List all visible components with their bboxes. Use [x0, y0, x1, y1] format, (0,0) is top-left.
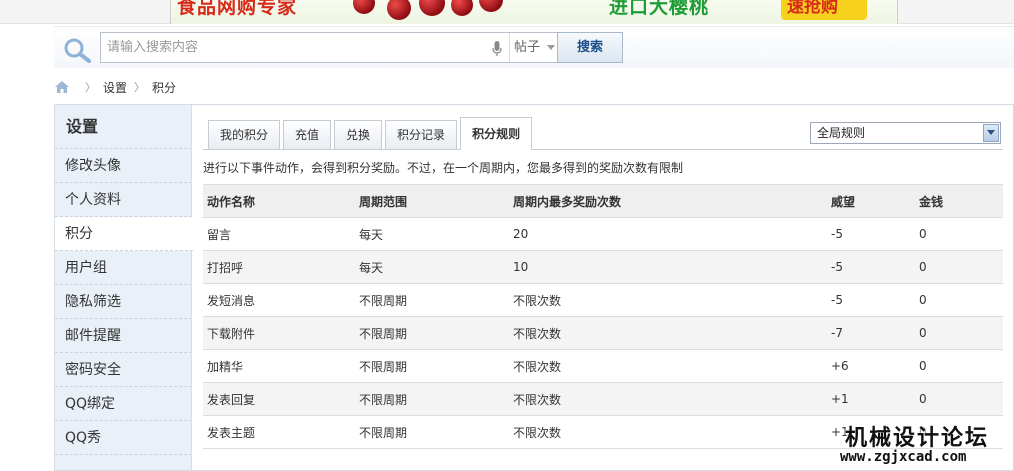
column-header-prestige: 威望 — [827, 184, 915, 218]
cell-prestige: +6 — [827, 349, 915, 383]
cell-prestige: -5 — [827, 217, 915, 251]
cell-prestige: -5 — [827, 283, 915, 317]
column-header-max-rewards: 周期内最多奖励次数 — [509, 184, 827, 218]
sidebar-item-qq-show[interactable]: QQ秀 — [55, 421, 192, 455]
cell-action: 下载附件 — [203, 316, 355, 350]
cell-money: 0 — [915, 349, 1003, 383]
cell-period: 不限周期 — [355, 382, 509, 416]
cell-action: 加精华 — [203, 349, 355, 383]
search-type-label: 帖子 — [514, 40, 541, 55]
cell-period: 每天 — [355, 250, 509, 284]
cell-max-rewards: 不限次数 — [509, 283, 827, 317]
banner-ad-left-text: 食品网购专家 — [177, 0, 298, 18]
cell-period: 不限周期 — [355, 283, 509, 317]
cell-max-rewards: 不限次数 — [509, 349, 827, 383]
cell-action: 打招呼 — [203, 250, 355, 284]
cherry-image — [387, 0, 411, 20]
breadcrumb-item-settings[interactable]: 设置 — [103, 79, 127, 96]
table-row: 留言 每天 20 -5 0 — [203, 217, 1003, 251]
cell-period: 不限周期 — [355, 316, 509, 350]
cell-max-rewards: 不限次数 — [509, 382, 827, 416]
cell-prestige: -7 — [827, 316, 915, 350]
site-watermark: 机械设计论坛 www.zgjxcad.com — [838, 420, 1014, 471]
cell-money: 0 — [915, 217, 1003, 251]
table-row: 发表回复 不限周期 不限次数 +1 0 — [203, 382, 1003, 416]
cell-max-rewards: 不限次数 — [509, 415, 827, 449]
rules-intro-text: 进行以下事件动作，会得到积分奖励。不过，在一个周期内，您最多得到的奖励次数有限制 — [203, 161, 684, 175]
settings-sidebar: 设置 修改头像 个人资料 积分 用户组 隐私筛选 邮件提醒 密码安全 QQ绑定 … — [54, 104, 193, 471]
sidebar-item-privacy[interactable]: 隐私筛选 — [55, 285, 192, 319]
cell-max-rewards: 10 — [509, 250, 827, 284]
watermark-url: www.zgjxcad.com — [840, 449, 967, 465]
cell-money: 0 — [915, 316, 1003, 350]
chevron-down-icon[interactable] — [983, 124, 999, 142]
top-banner: 食品网购专家 进口大樱桃 速抢购 — [0, 0, 1014, 24]
chevron-down-icon — [547, 45, 555, 50]
tab-exchange[interactable]: 兑换 — [334, 120, 383, 150]
sidebar-item-points[interactable]: 积分 — [55, 217, 193, 251]
search-input[interactable] — [101, 33, 491, 62]
sidebar-item-usergroup[interactable]: 用户组 — [55, 251, 192, 285]
sidebar-item-email-notify[interactable]: 邮件提醒 — [55, 319, 192, 353]
microphone-icon[interactable] — [492, 41, 502, 57]
sidebar-item-qq-bind[interactable]: QQ绑定 — [55, 387, 192, 421]
sidebar-item-avatar[interactable]: 修改头像 — [55, 149, 192, 183]
rules-scope-value: 全局规则 — [817, 126, 866, 140]
table-row: 加精华 不限周期 不限次数 +6 0 — [203, 349, 1003, 383]
column-header-period: 周期范围 — [355, 184, 509, 218]
cell-max-rewards: 20 — [509, 217, 827, 251]
search-button[interactable]: 搜索 — [557, 32, 623, 63]
column-header-action: 动作名称 — [203, 184, 355, 218]
cherry-image — [353, 0, 375, 14]
watermark-title: 机械设计论坛 — [845, 426, 990, 451]
cell-period: 每天 — [355, 217, 509, 251]
cell-prestige: -5 — [827, 250, 915, 284]
table-header-row: 动作名称 周期范围 周期内最多奖励次数 威望 金钱 — [203, 184, 1003, 218]
cell-money: 0 — [915, 382, 1003, 416]
breadcrumb-separator: 〉 — [134, 81, 146, 94]
cell-action: 留言 — [203, 217, 355, 251]
home-icon[interactable] — [54, 80, 70, 94]
cell-action: 发表回复 — [203, 382, 355, 416]
banner-ad-right-text: 速抢购 — [787, 0, 838, 17]
cell-period: 不限周期 — [355, 349, 509, 383]
sidebar-item-password[interactable]: 密码安全 — [55, 353, 192, 387]
search-bar: 帖子 搜索 — [54, 26, 1014, 68]
tab-divider — [203, 149, 1003, 150]
search-icon — [64, 38, 91, 63]
table-row: 打招呼 每天 10 -5 0 — [203, 250, 1003, 284]
breadcrumb-item-points[interactable]: 积分 — [152, 79, 176, 96]
table-row: 发短消息 不限周期 不限次数 -5 0 — [203, 283, 1003, 317]
banner-ad-mid-text: 进口大樱桃 — [609, 0, 710, 18]
cell-period: 不限周期 — [355, 415, 509, 449]
tab-points-log[interactable]: 积分记录 — [385, 120, 458, 150]
tab-points-rules[interactable]: 积分规则 — [460, 117, 533, 150]
column-header-money: 金钱 — [915, 184, 1003, 218]
cherry-image — [479, 0, 503, 12]
breadcrumb-separator: 〉 — [85, 81, 96, 94]
tab-my-points[interactable]: 我的积分 — [208, 120, 281, 150]
banner-ad-badge: 速抢购 — [781, 0, 867, 20]
main-panel: 我的积分 充值 兑换 积分记录 积分规则 全局规则 进行以下事件动作，会得到积分… — [191, 104, 1014, 471]
search-box: 帖子 — [100, 32, 560, 63]
breadcrumb: 〉 设置 〉 积分 — [54, 78, 176, 96]
table-row: 下载附件 不限周期 不限次数 -7 0 — [203, 316, 1003, 350]
banner-ad[interactable]: 食品网购专家 进口大樱桃 速抢购 — [170, 0, 898, 24]
points-rules-table: 动作名称 周期范围 周期内最多奖励次数 威望 金钱 留言 每天 20 -5 0 … — [203, 184, 1003, 449]
cell-prestige: +1 — [827, 382, 915, 416]
cherry-image — [419, 0, 445, 16]
sidebar-title: 设置 — [55, 105, 192, 149]
tab-bar: 我的积分 充值 兑换 积分记录 积分规则 — [208, 117, 535, 150]
sidebar-item-profile[interactable]: 个人资料 — [55, 183, 192, 217]
tab-recharge[interactable]: 充值 — [283, 120, 332, 150]
rules-scope-select[interactable]: 全局规则 — [810, 122, 1001, 144]
cell-money: 0 — [915, 250, 1003, 284]
cell-max-rewards: 不限次数 — [509, 316, 827, 350]
cherry-image — [451, 0, 473, 16]
cell-action: 发短消息 — [203, 283, 355, 317]
cell-action: 发表主题 — [203, 415, 355, 449]
cell-money: 0 — [915, 283, 1003, 317]
search-type-dropdown[interactable]: 帖子 — [509, 33, 559, 62]
